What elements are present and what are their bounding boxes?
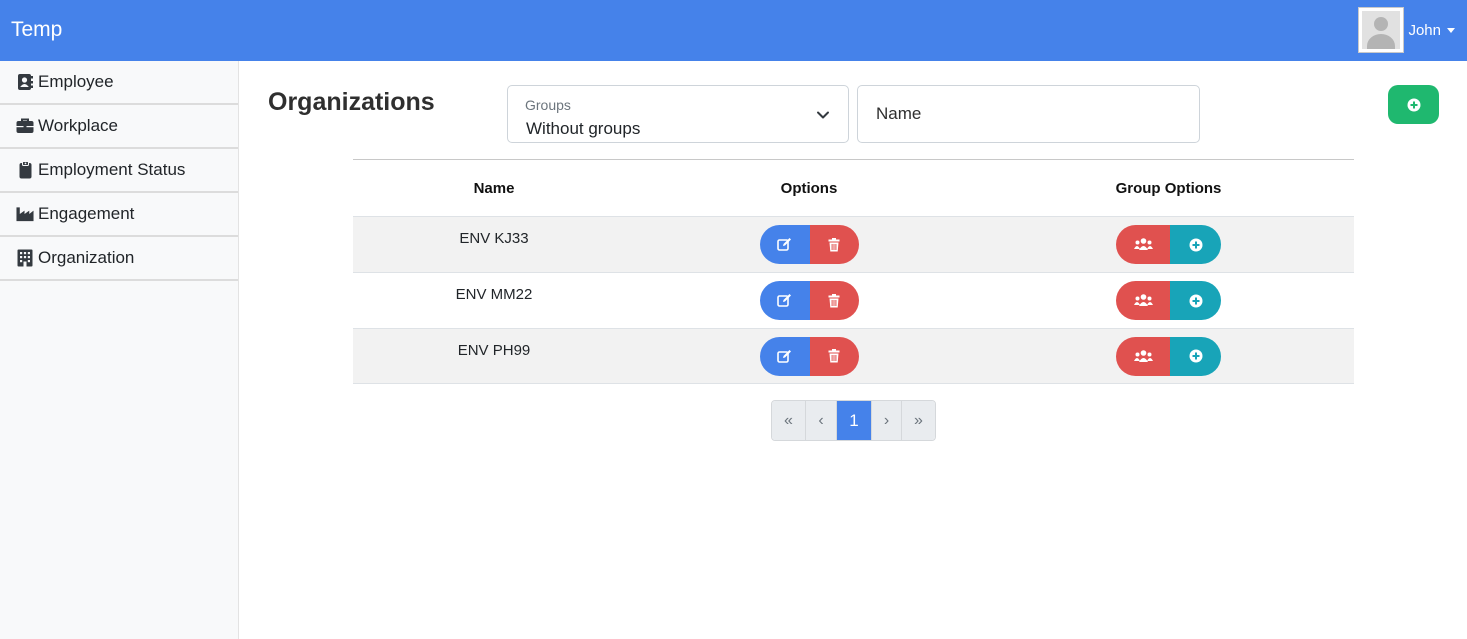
table-row: ENV MM22 <box>353 272 1354 328</box>
groups-select-label: Groups <box>525 97 571 113</box>
row-options <box>635 329 983 383</box>
building-icon <box>16 249 34 267</box>
user-name[interactable]: John <box>1408 22 1441 39</box>
view-groups-button[interactable] <box>1116 225 1170 264</box>
edit-icon <box>777 238 791 251</box>
table-row: ENV KJ33 <box>353 216 1354 272</box>
view-groups-button[interactable] <box>1116 336 1170 376</box>
plus-circle-icon <box>1407 98 1420 111</box>
groups-select[interactable]: Groups Without groups <box>507 85 849 143</box>
view-groups-button[interactable] <box>1116 281 1170 320</box>
pagination: « ‹ 1 › » <box>771 400 936 441</box>
brand-title[interactable]: Temp <box>11 18 62 42</box>
sidebar-item-workplace[interactable]: Workplace <box>0 105 238 149</box>
avatar-placeholder-icon <box>1362 11 1401 49</box>
name-filter <box>857 85 1200 143</box>
sidebar-item-label: Employee <box>38 72 114 91</box>
top-navbar: Temp John <box>0 0 1467 61</box>
pagination-page-button[interactable]: 1 <box>837 401 872 440</box>
group-options-button-group <box>1116 225 1221 264</box>
row-options <box>635 273 983 328</box>
trash-icon <box>828 293 840 307</box>
row-options <box>635 217 983 272</box>
group-options-button-group <box>1116 281 1221 320</box>
name-search-input[interactable] <box>858 86 1199 142</box>
organizations-table: Name Options Group Options ENV KJ33 ENV … <box>353 159 1354 384</box>
column-header-options: Options <box>780 179 838 197</box>
address-book-icon <box>16 73 34 91</box>
sidebar-item-organization[interactable]: Organization <box>0 237 238 281</box>
clipboard-icon <box>16 161 34 179</box>
chevron-down-icon[interactable] <box>816 107 830 125</box>
caret-down-icon[interactable] <box>1447 27 1455 33</box>
users-icon <box>1133 294 1153 306</box>
table-header: Name Options Group Options <box>353 160 1354 216</box>
pagination-next-button[interactable]: › <box>872 401 902 440</box>
organization-name: ENV MM22 <box>455 286 533 303</box>
pagination-prev-button[interactable]: ‹ <box>806 401 837 440</box>
row-group-options <box>983 217 1354 272</box>
trash-icon <box>828 237 840 251</box>
row-group-options <box>983 273 1354 328</box>
add-group-button[interactable] <box>1170 336 1221 376</box>
edit-button[interactable] <box>759 225 810 264</box>
delete-button[interactable] <box>809 336 859 376</box>
sidebar-item-label: Organization <box>38 248 135 267</box>
users-icon <box>1133 349 1153 362</box>
avatar[interactable] <box>1358 7 1405 53</box>
user-menu[interactable]: John <box>1358 7 1467 53</box>
add-group-button[interactable] <box>1170 225 1221 264</box>
options-button-group <box>759 281 859 320</box>
delete-button[interactable] <box>809 225 859 264</box>
sidebar-item-engagement[interactable]: Engagement <box>0 193 238 237</box>
sidebar-item-employee[interactable]: Employee <box>0 61 238 105</box>
sidebar-item-label: Engagement <box>38 204 135 223</box>
group-options-button-group <box>1116 336 1221 376</box>
page-title: Organizations <box>268 88 435 116</box>
plus-circle-icon <box>1189 294 1202 307</box>
edit-icon <box>777 294 791 307</box>
column-header-group-options: Group Options <box>1115 179 1222 197</box>
industry-icon <box>16 205 34 223</box>
sidebar-item-label: Workplace <box>38 116 118 135</box>
row-group-options <box>983 329 1354 383</box>
plus-circle-icon <box>1189 349 1202 363</box>
table-row: ENV PH99 <box>353 328 1354 384</box>
groups-select-value[interactable]: Without groups <box>526 119 640 139</box>
add-group-button[interactable] <box>1170 281 1221 320</box>
sidebar-item-label: Employment Status <box>38 160 186 179</box>
options-button-group <box>759 225 859 264</box>
edit-button[interactable] <box>759 336 810 376</box>
plus-circle-icon <box>1189 238 1202 251</box>
organization-name: ENV KJ33 <box>459 230 529 247</box>
trash-icon <box>828 349 840 363</box>
pagination-first-button[interactable]: « <box>772 401 806 440</box>
add-organization-button[interactable] <box>1388 85 1439 124</box>
delete-button[interactable] <box>809 281 859 320</box>
column-header-name: Name <box>473 179 515 197</box>
sidebar: Employee Workplace Employment Status Eng… <box>0 61 239 639</box>
edit-icon <box>777 349 791 363</box>
users-icon <box>1133 238 1153 250</box>
options-button-group <box>759 336 859 376</box>
organization-name: ENV PH99 <box>457 342 531 359</box>
sidebar-item-employment-status[interactable]: Employment Status <box>0 149 238 193</box>
pagination-last-button[interactable]: » <box>902 401 935 440</box>
briefcase-icon <box>16 117 34 135</box>
edit-button[interactable] <box>759 281 810 320</box>
